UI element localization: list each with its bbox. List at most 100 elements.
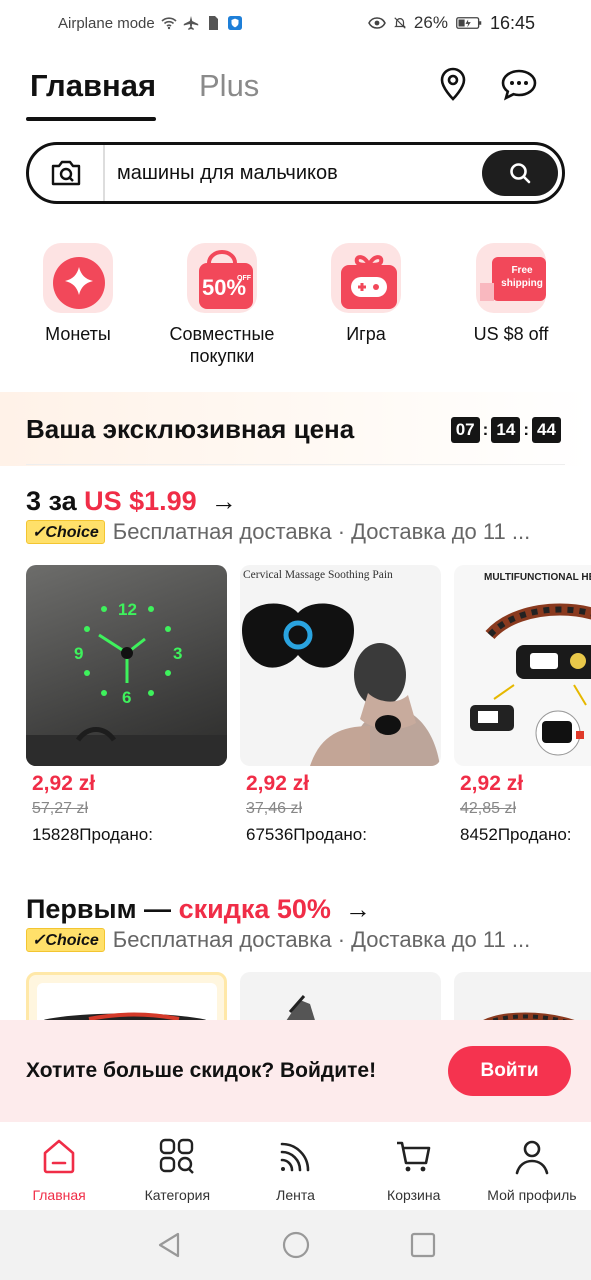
exclusive-title: Ваша эксклюзивная цена	[26, 414, 355, 444]
free-shipping-badge: Free shipping	[501, 265, 543, 289]
divider	[26, 464, 565, 465]
section-3-for-title[interactable]: 3 за US $1.99 →	[26, 486, 237, 517]
section-title-prefix: Первым —	[26, 894, 179, 924]
product-card[interactable]: 12 3 6 9 2,92 zł 57,27 zł 15828Продано:	[26, 565, 227, 845]
timer-separator: :	[523, 420, 529, 439]
login-button[interactable]: Войти	[448, 1046, 571, 1096]
product-carousel: 12 3 6 9 2,92 zł 57,27 zł 15828Продано:	[26, 565, 591, 865]
section-first-discount-title[interactable]: Первым — скидка 50% →	[26, 894, 371, 925]
image-caption: MULTIFUNCTIONAL HEA	[484, 572, 591, 583]
airplane-mode-label: Airplane mode	[58, 14, 155, 32]
quick-action-coins[interactable]: Монеты	[3, 240, 153, 345]
nav-label: Категория	[144, 1187, 211, 1203]
product-sold-count: 15828Продано:	[32, 825, 153, 844]
product-image-partial	[26, 972, 227, 1020]
product-price: 2,92 zł	[32, 772, 96, 795]
home-icon	[43, 1139, 75, 1174]
nav-label: Мой профиль	[487, 1187, 577, 1203]
quick-action-label: US $8 off	[473, 324, 549, 344]
arrow-right-icon: →	[210, 486, 237, 516]
wifi-icon	[161, 17, 177, 30]
section-title-prefix: 3 за	[26, 486, 85, 516]
product-card[interactable]	[454, 972, 591, 1020]
quick-action-label: Монеты	[45, 324, 111, 344]
back-icon[interactable]	[156, 1231, 182, 1259]
svg-text:3: 3	[173, 644, 182, 663]
tab-plus[interactable]: Plus	[199, 68, 259, 104]
recents-square-icon[interactable]	[410, 1232, 436, 1258]
search-bar[interactable]: машины для мальчиков	[26, 142, 565, 204]
nav-category[interactable]: Категория	[118, 1122, 236, 1210]
app-screen: Airplane mode 26% 16:45 Главная Plus маш…	[0, 0, 591, 1280]
login-prompt: Хотите больше скидок? Войдите!	[26, 1059, 377, 1082]
fifty-off-bag-icon: 50% OFF	[187, 243, 257, 313]
chat-messages-icon[interactable]	[500, 66, 538, 102]
product-price: 2,92 zł	[246, 772, 310, 795]
nav-profile[interactable]: Мой профиль	[473, 1122, 591, 1210]
system-nav-bar	[0, 1210, 591, 1280]
login-banner: Хотите больше скидок? Войдите! Войти	[0, 1020, 591, 1122]
choice-badge: ✓Choice	[26, 928, 105, 952]
product-old-price: 57,27 zł	[32, 800, 89, 817]
cart-icon	[396, 1141, 431, 1172]
airplane-icon	[183, 16, 198, 30]
camera-icon	[51, 160, 81, 186]
product-card[interactable]: Cervical Massage Soothing Pain 2,92 zł 3…	[240, 565, 441, 845]
top-tabs: Главная Plus	[26, 62, 565, 124]
timer-minutes: 14	[491, 417, 521, 443]
countdown-timer: 07 : 14 : 44	[450, 417, 561, 443]
battery-charging-icon	[456, 17, 482, 29]
nav-cart[interactable]: Корзина	[355, 1122, 473, 1210]
product-card[interactable]	[26, 972, 227, 1020]
nav-label: Корзина	[387, 1187, 441, 1203]
delivery-info: Бесплатная доставка · Доставка до 11 ...	[112, 927, 531, 952]
category-grid-icon	[160, 1138, 195, 1174]
status-right: 26% 16:45	[368, 13, 535, 34]
section-title-highlight: US $1.99	[84, 486, 197, 516]
product-image-partial	[240, 972, 441, 1020]
quick-action-group-buy[interactable]: 50% OFF Совместные покупки	[147, 240, 297, 367]
location-pin-icon[interactable]	[436, 66, 470, 102]
timer-separator: :	[482, 420, 489, 439]
tab-home[interactable]: Главная	[30, 68, 156, 104]
product-sold-count: 67536Продано:	[246, 825, 367, 844]
status-left: Airplane mode	[58, 15, 243, 32]
product-card[interactable]	[240, 972, 441, 1020]
quick-actions: Монеты 50% OFF Совместные покупки Игра F…	[0, 240, 591, 380]
product-image-neck-massager: Cervical Massage Soothing Pain	[240, 565, 441, 766]
free-shipping-truck-icon: Free shipping	[476, 243, 546, 313]
section-title-highlight: скидка 50%	[178, 894, 331, 924]
eye-comfort-icon	[368, 17, 386, 29]
section-subtitle: ✓Choice Бесплатная доставка · Доставка д…	[26, 519, 530, 545]
feed-rss-icon	[280, 1142, 309, 1172]
search-icon	[510, 163, 531, 184]
svg-text:12: 12	[118, 600, 137, 619]
product-image-partial	[454, 972, 591, 1020]
product-old-price: 37,46 zł	[246, 800, 303, 817]
bottom-nav: Главная Категория Лента Корзина Мой проф…	[0, 1122, 591, 1210]
nav-feed[interactable]: Лента	[236, 1122, 354, 1210]
product-price: 2,92 zł	[460, 772, 524, 795]
clock: 16:45	[489, 12, 535, 33]
product-card[interactable]: MULTIFUNCTIONAL HEA 2,92 zł 42,85 zł 845…	[454, 565, 591, 845]
section-subtitle: ✓Choice Бесплатная доставка · Доставка д…	[26, 927, 530, 953]
quick-action-coupon[interactable]: Free shipping US $8 off	[436, 240, 586, 345]
choice-badge: ✓Choice	[26, 520, 105, 544]
quick-action-label: Совместные покупки	[169, 324, 275, 366]
battery-percent: 26%	[413, 13, 448, 32]
quick-action-game[interactable]: Игра	[291, 240, 441, 345]
status-bar: Airplane mode 26% 16:45	[0, 0, 591, 46]
profile-icon	[515, 1140, 549, 1175]
svg-text:9: 9	[74, 644, 83, 663]
mute-bell-icon	[394, 17, 406, 29]
sim-icon	[208, 16, 218, 30]
delivery-info: Бесплатная доставка · Доставка до 11 ...	[112, 519, 531, 544]
quick-action-label: Игра	[346, 324, 386, 344]
svg-text:6: 6	[122, 688, 131, 707]
product-image-wall-clock: 12 3 6 9	[26, 565, 227, 766]
exclusive-price-banner[interactable]: Ваша эксклюзивная цена 07 : 14 : 44	[0, 392, 591, 466]
nav-home[interactable]: Главная	[0, 1122, 118, 1210]
camera-search-button[interactable]	[29, 145, 105, 201]
home-circle-icon[interactable]	[282, 1231, 310, 1259]
search-button[interactable]	[482, 150, 558, 196]
